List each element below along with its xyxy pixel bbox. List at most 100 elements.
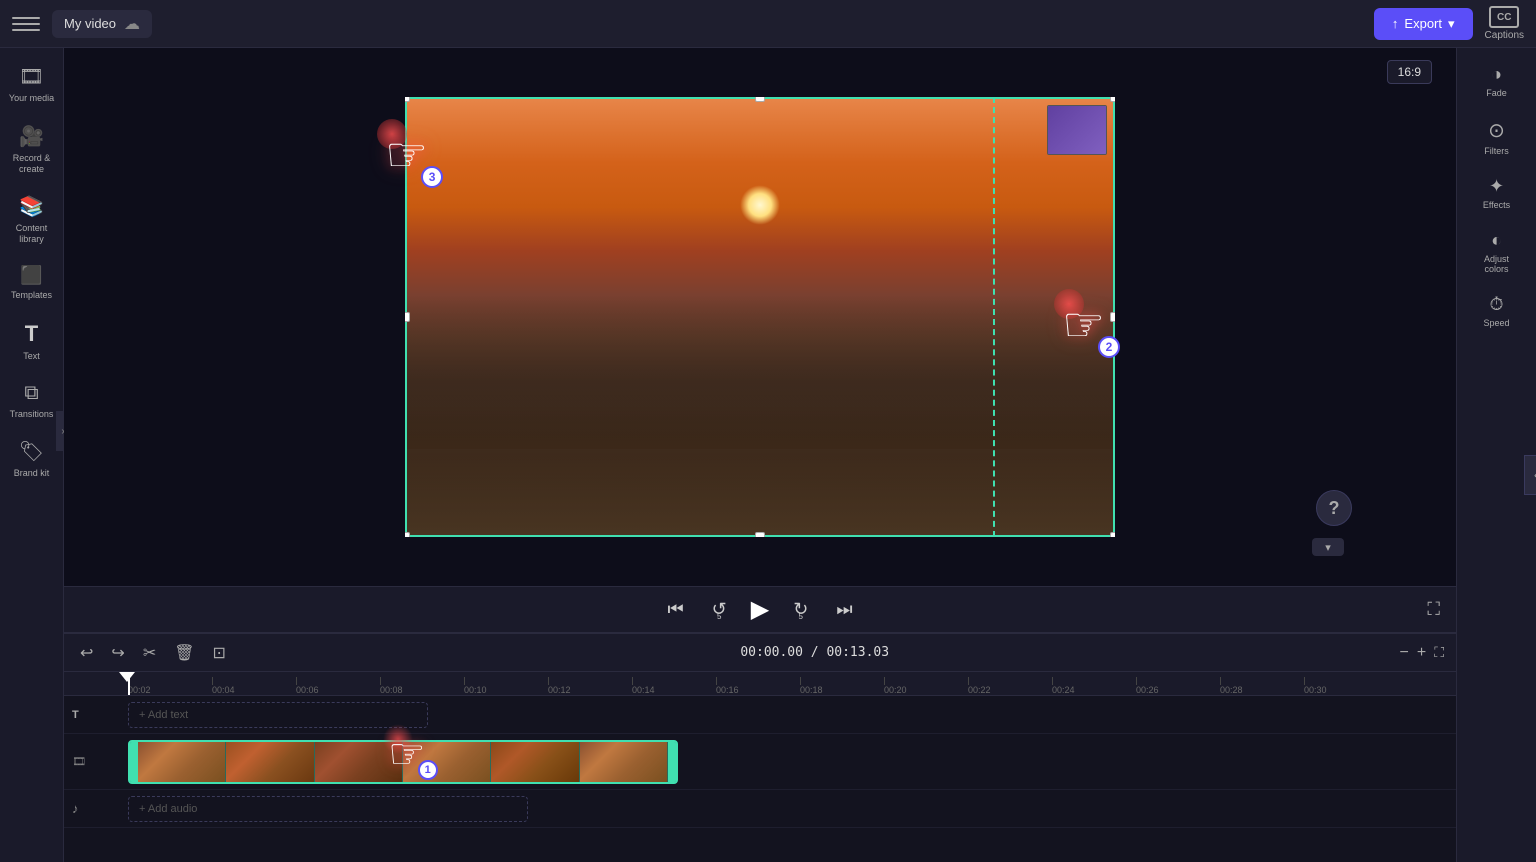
right-sidebar-filters[interactable]: ⊙ Filters: [1461, 110, 1533, 164]
speed-icon: ⏱: [1489, 294, 1503, 315]
project-title[interactable]: My video ☁: [52, 10, 152, 38]
audio-track-content: + Add audio: [128, 790, 1456, 827]
expand-timeline-button[interactable]: ⛶: [1434, 644, 1444, 661]
sidebar-item-text[interactable]: T Text: [4, 313, 60, 370]
zoom-out-button[interactable]: −: [1400, 644, 1409, 662]
skip-back-button[interactable]: ⏮: [663, 595, 687, 624]
filters-icon: ⊙: [1488, 118, 1505, 143]
chevron-down-button[interactable]: ▾: [1312, 538, 1344, 556]
clip-handle-right[interactable]: [668, 742, 676, 782]
handle-bottom-left[interactable]: [405, 532, 410, 537]
export-arrow-icon: ↑: [1392, 16, 1399, 31]
effects-icon: ✦: [1489, 176, 1504, 197]
rewind-5s-button[interactable]: ↺5: [708, 594, 731, 625]
effects-label: Effects: [1483, 200, 1510, 210]
sidebar-label-templates: Templates: [11, 290, 52, 301]
handle-top-center[interactable]: [755, 97, 765, 102]
sidebar-item-templates[interactable]: ⬛ Templates: [4, 257, 60, 309]
clip-thumb-3: [315, 742, 403, 782]
right-sidebar-fade[interactable]: ◑ Fade: [1461, 56, 1533, 106]
menu-button[interactable]: [12, 10, 40, 38]
help-icon: ?: [1329, 498, 1340, 519]
right-sidebar-collapse-btn[interactable]: ‹: [1524, 455, 1536, 495]
text-track-row: T + Add text: [64, 696, 1456, 734]
sidebar-label-your-media: Your media: [9, 93, 54, 104]
right-sidebar-effects[interactable]: ✦ Effects: [1461, 168, 1533, 218]
caption-add-button[interactable]: ⊡: [209, 641, 230, 665]
cut-button[interactable]: ✂: [139, 641, 160, 665]
clip-thumb-4: [403, 742, 491, 782]
sidebar-item-record[interactable]: 🎥 Record &create: [4, 116, 60, 183]
aspect-ratio-badge[interactable]: 16:9: [1387, 60, 1432, 84]
video-clip[interactable]: [128, 740, 678, 784]
filters-label: Filters: [1484, 146, 1509, 156]
redo-button[interactable]: ↪: [107, 641, 128, 665]
captions-label: Captions: [1485, 30, 1524, 41]
brand-kit-icon: 🏷: [19, 439, 44, 464]
handle-bottom-center[interactable]: [755, 532, 765, 537]
sidebar-item-content-library[interactable]: 📚 Contentlibrary: [4, 186, 60, 253]
video-track-icon: 🎞: [72, 755, 86, 768]
split-line: [993, 97, 995, 537]
time-separator: /: [811, 645, 827, 660]
ruler-mark-0002: 00:02: [128, 677, 212, 695]
skip-forward-button[interactable]: ⏭: [832, 595, 856, 624]
cc-icon: CC: [1489, 6, 1519, 28]
playhead-line[interactable]: [128, 672, 130, 695]
audio-track-label: ♪: [64, 801, 128, 816]
sidebar-item-your-media[interactable]: 🎞 Your media: [4, 56, 60, 112]
right-sidebar-speed[interactable]: ⏱ Speed: [1461, 286, 1533, 336]
delete-button[interactable]: 🗑: [170, 641, 198, 665]
video-container[interactable]: ☞ 3 ☞ 2: [405, 97, 1115, 537]
media-icon: 🎞: [19, 64, 44, 89]
add-text-button[interactable]: + Add text: [128, 702, 428, 728]
sidebar-label-transitions: Transitions: [10, 409, 54, 420]
export-label: Export: [1404, 16, 1442, 31]
sidebar-item-brand-kit[interactable]: 🏷 Brand kit: [4, 431, 60, 487]
timeline-toolbar: ↩ ↪ ✂ 🗑 ⊡ 00:00.00 / 00:13.03 − + ⛶: [64, 634, 1456, 672]
ruler-mark-0030: 00:30: [1304, 677, 1388, 695]
corner-thumbnail: [1047, 105, 1107, 155]
cloud-save-icon: ☁: [124, 14, 140, 34]
handle-top-right[interactable]: [1110, 97, 1115, 102]
handle-middle-left[interactable]: [405, 312, 410, 322]
clip-thumb-2: [226, 742, 314, 782]
ruler-mark-0020: 00:20: [884, 677, 968, 695]
library-icon: 📚: [19, 194, 44, 219]
timeline-ruler: 00:02 00:04 00:06 00:08 00:10 00:12 00:1…: [64, 672, 1456, 696]
clip-thumb-1: [138, 742, 226, 782]
timeline-tracks: T + Add text 🎞: [64, 696, 1456, 862]
right-sidebar-adjust-colors[interactable]: ◐ Adjustcolors: [1461, 222, 1533, 282]
fullscreen-button[interactable]: ⛶: [1427, 599, 1440, 620]
undo-button[interactable]: ↩: [76, 641, 97, 665]
video-track-row: 🎞: [64, 734, 1456, 790]
fade-icon: ◑: [1491, 64, 1502, 85]
forward-5s-button[interactable]: ↻5: [789, 594, 812, 625]
record-icon: 🎥: [19, 124, 44, 149]
handle-bottom-right[interactable]: [1110, 532, 1115, 537]
ruler-mark-0028: 00:28: [1220, 677, 1304, 695]
add-audio-button[interactable]: + Add audio: [128, 796, 528, 822]
adjust-colors-icon: ◐: [1491, 230, 1502, 251]
clip-handle-left[interactable]: [130, 742, 138, 782]
audio-track-icon: ♪: [72, 801, 79, 816]
chevron-down-icon: ▾: [1325, 541, 1331, 554]
clip-thumbnails: [138, 742, 668, 782]
export-button[interactable]: ↑ Export ▾: [1374, 8, 1473, 40]
play-button[interactable]: ▶: [751, 595, 769, 624]
handle-middle-right[interactable]: [1110, 312, 1115, 322]
playback-controls: ⏮ ↺5 ▶ ↻5 ⏭ ⛶: [64, 586, 1456, 632]
help-button[interactable]: ?: [1316, 490, 1352, 526]
captions-button[interactable]: CC Captions: [1485, 6, 1524, 41]
ruler-mark-0016: 00:16: [716, 677, 800, 695]
video-track-content: ☞ 1: [128, 734, 1456, 789]
sidebar-item-transitions[interactable]: ⧉ Transitions: [4, 374, 60, 428]
clip-thumb-6: [580, 742, 668, 782]
audio-track-row: ♪ + Add audio: [64, 790, 1456, 828]
text-track-content: + Add text: [128, 696, 1456, 733]
video-preview-area: 16:9: [64, 48, 1456, 586]
zoom-in-button[interactable]: +: [1417, 644, 1426, 662]
right-sidebar: ◑ Fade ⊙ Filters ✦ Effects ◐ Adjustcolor…: [1456, 48, 1536, 862]
text-track-icon: T: [72, 709, 79, 721]
handle-top-left[interactable]: [405, 97, 410, 102]
